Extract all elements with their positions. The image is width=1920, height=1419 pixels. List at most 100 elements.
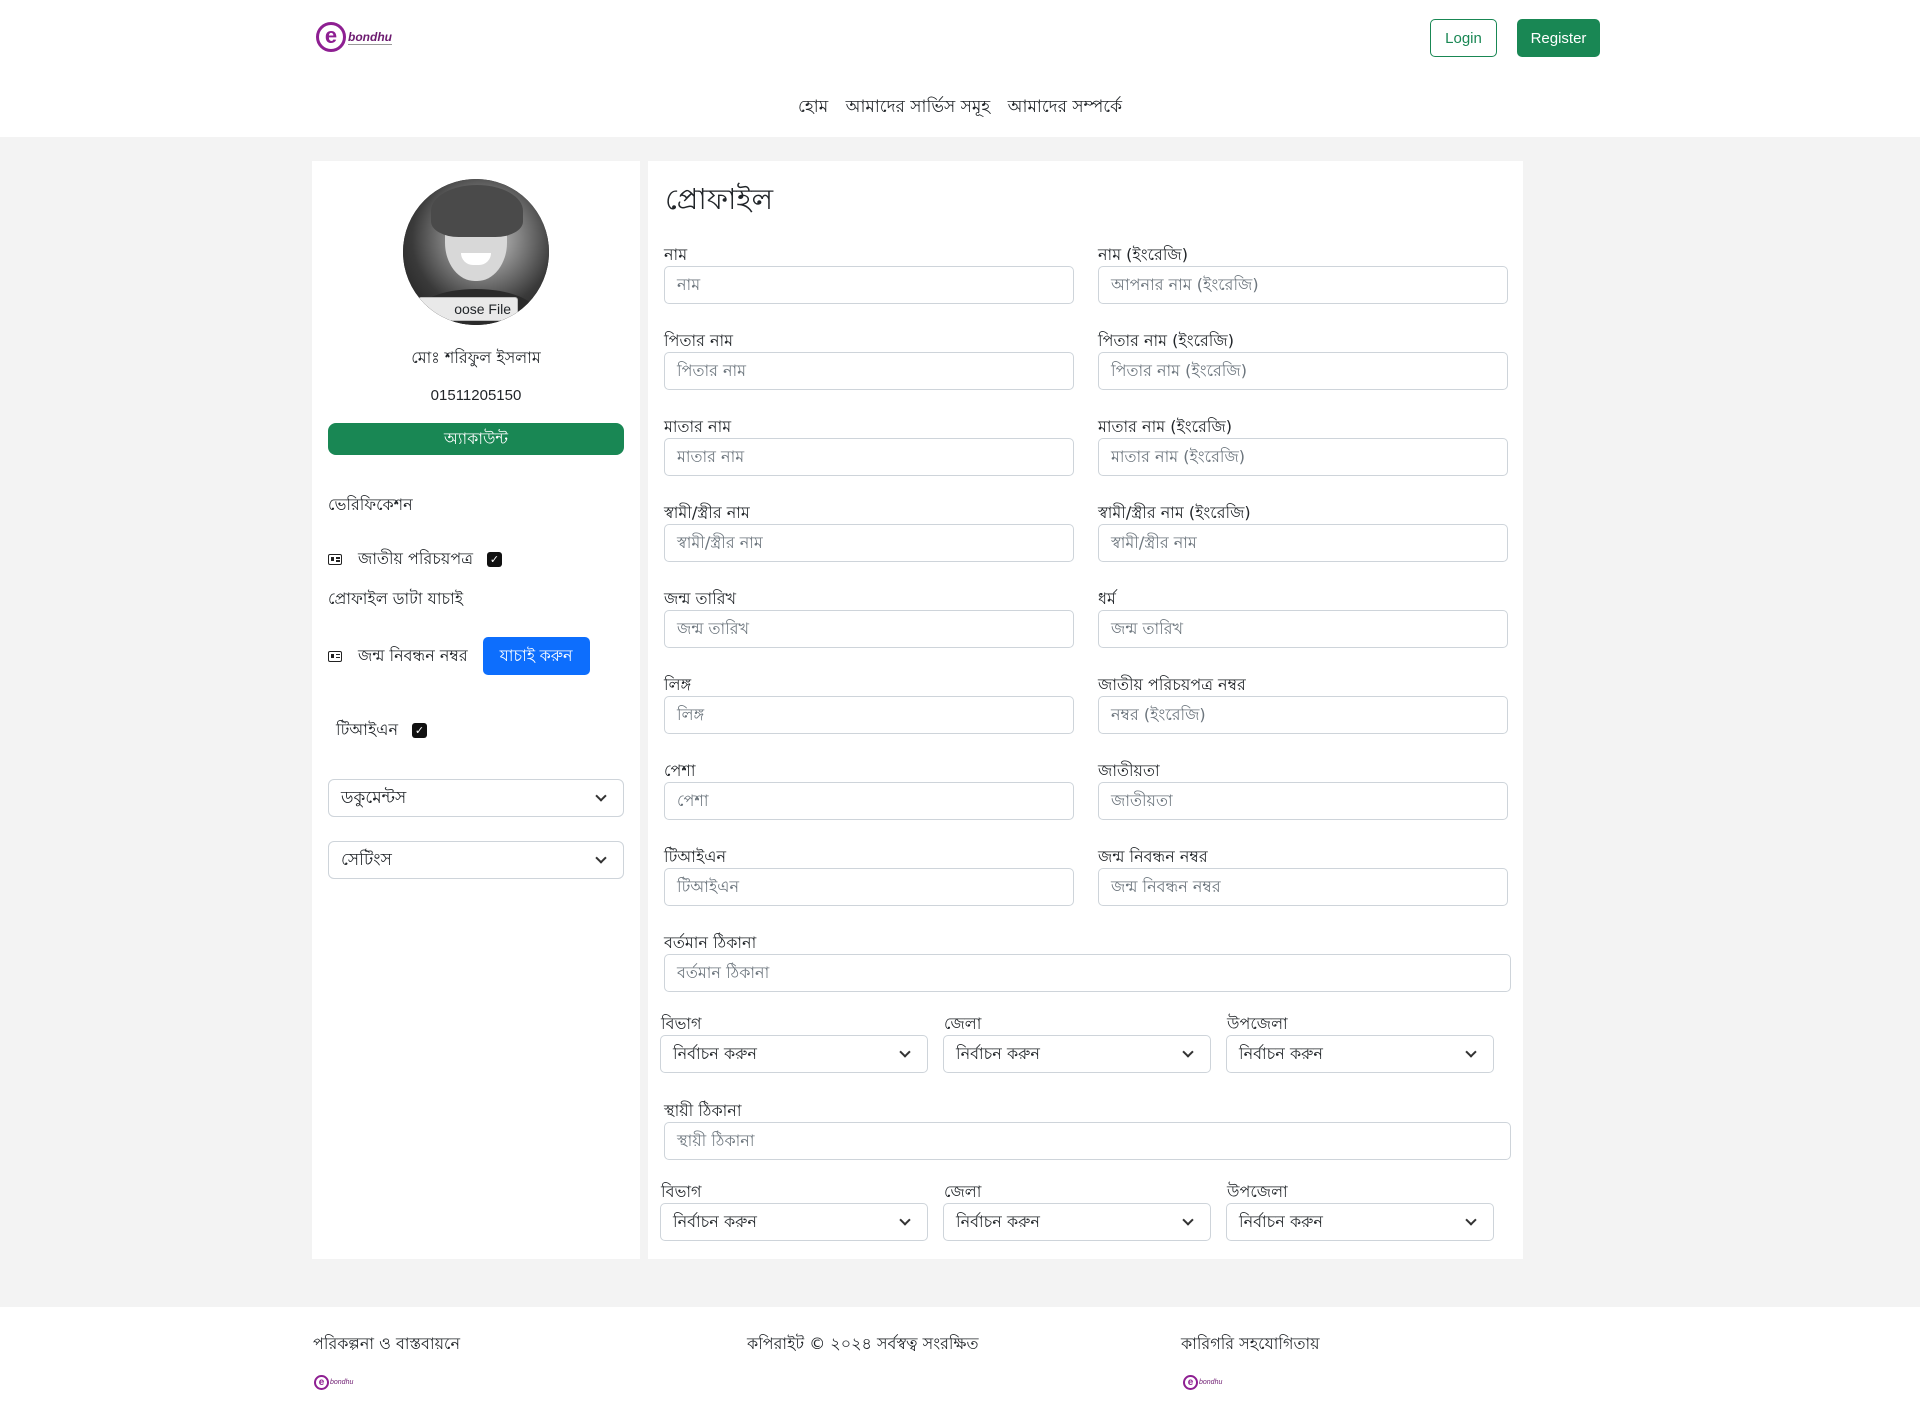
footer-technical: কারিগরি সহযোগিতায় <box>1181 1334 1320 1353</box>
present-division-select[interactable]: নির্বাচন করুন <box>660 1035 928 1073</box>
settings-dropdown[interactable]: সেটিংস <box>328 841 624 879</box>
field-label: নাম (ইংরেজি) <box>1098 245 1188 264</box>
documents-label: ডকুমেন্টস <box>341 788 407 808</box>
login-button[interactable]: Login <box>1430 19 1497 57</box>
field-label: স্বামী/স্ত্রীর নাম (ইংরেজি) <box>1098 503 1251 522</box>
field-label: নাম <box>664 245 688 264</box>
mother-name-english-input[interactable]: মাতার নাম (ইংরেজি) <box>1098 438 1508 476</box>
tin-verification-row: টিআইএন ✓ <box>336 717 428 744</box>
field-label: পিতার নাম (ইংরেজি) <box>1098 331 1234 350</box>
occupation-input[interactable]: পেশা <box>664 782 1074 820</box>
mother-name-input[interactable]: মাতার নাম <box>664 438 1074 476</box>
settings-label: সেটিংস <box>341 850 392 870</box>
register-button[interactable]: Register <box>1517 19 1600 57</box>
form-field: জাতীয় পরিচয়পত্র নম্বর নম্বর (ইংরেজি) <box>1098 674 1508 734</box>
account-button[interactable]: অ্যাকাউন্ট <box>328 423 624 455</box>
form-field: নাম (ইংরেজি) আপনার নাম (ইংরেজি) <box>1098 244 1508 304</box>
permanent-upazila-field: উপজেলা নির্বাচন করুন <box>1226 1181 1494 1241</box>
nid-verification-row: জাতীয় পরিচয়পত্র ✓ <box>328 546 502 573</box>
footer-logo-right[interactable]: e bondhu <box>1183 1375 1222 1390</box>
verify-button[interactable]: যাচাই করুন <box>482 637 590 675</box>
field-label: লিঙ্গ <box>664 675 692 694</box>
chevron-down-icon <box>1465 1214 1477 1226</box>
birth-date-input[interactable]: জন্ম তারিখ <box>664 610 1074 648</box>
name-input[interactable]: নাম <box>664 266 1074 304</box>
field-label: জন্ম তারিখ <box>664 589 737 608</box>
spouse-name-english-input[interactable]: স্বামী/স্ত্রীর নাম <box>1098 524 1508 562</box>
user-name: মোঃ শরিফুল ইসলাম <box>411 348 541 367</box>
nav-home[interactable]: হোম <box>798 97 828 117</box>
form-field: মাতার নাম মাতার নাম <box>664 416 1074 476</box>
nid-label: জাতীয় পরিচয়পত্র <box>358 549 473 568</box>
form-field: স্থায়ী ঠিকানা স্থায়ী ঠিকানা <box>664 1100 1511 1160</box>
id-card-icon <box>328 554 342 565</box>
main-nav: হোম আমাদের সার্ভিস সমূহ আমাদের সম্পর্কে <box>0 94 1920 122</box>
form-field: বর্তমান ঠিকানা বর্তমান ঠিকানা <box>664 932 1511 992</box>
form-field: টিআইএন টিআইএন <box>664 846 1074 906</box>
profile-data-check-label: প্রোফাইল ডাটা যাচাই <box>328 589 464 608</box>
spouse-name-input[interactable]: স্বামী/স্ত্রীর নাম <box>664 524 1074 562</box>
chevron-down-icon <box>1465 1046 1477 1058</box>
gender-input[interactable]: লিঙ্গ <box>664 696 1074 734</box>
field-label: জন্ম নিবন্ধন নম্বর <box>1098 847 1208 866</box>
site-footer: পরিকল্পনা ও বাস্তবায়নে e bondhu কপিরাইট… <box>0 1307 1920 1419</box>
site-header: e bondhu Login Register হোম আমাদের সার্ভ… <box>0 0 1920 137</box>
religion-input[interactable]: জন্ম তারিখ <box>1098 610 1508 648</box>
birth-reg-number-input[interactable]: জন্ম নিবন্ধন নম্বর <box>1098 868 1508 906</box>
form-field: স্বামী/স্ত্রীর নাম (ইংরেজি) স্বামী/স্ত্র… <box>1098 502 1508 562</box>
form-field: জন্ম তারিখ জন্ম তারিখ <box>664 588 1074 648</box>
tin-verified-checkbox[interactable]: ✓ <box>412 723 428 738</box>
present-address-input[interactable]: বর্তমান ঠিকানা <box>664 954 1511 992</box>
logo-mark: e <box>314 1375 329 1390</box>
nav-services[interactable]: আমাদের সার্ভিস সমূহ <box>846 97 991 117</box>
logo-mark: e <box>1183 1375 1198 1390</box>
name-english-input[interactable]: আপনার নাম (ইংরেজি) <box>1098 266 1508 304</box>
field-label: স্বামী/স্ত্রীর নাম <box>664 503 750 522</box>
select-value: নির্বাচন করুন <box>673 1044 757 1063</box>
nid-verified-checkbox[interactable]: ✓ <box>486 552 502 567</box>
field-label: মাতার নাম (ইংরেজি) <box>1098 417 1233 436</box>
form-field: পেশা পেশা <box>664 760 1074 820</box>
permanent-address-input[interactable]: স্থায়ী ঠিকানা <box>664 1122 1511 1160</box>
logo-text: bondhu <box>330 1379 354 1386</box>
form-field: মাতার নাম (ইংরেজি) মাতার নাম (ইংরেজি) <box>1098 416 1508 476</box>
nav-about[interactable]: আমাদের সম্পর্কে <box>1008 97 1122 117</box>
site-logo[interactable]: e bondhu <box>316 22 392 52</box>
chevron-down-icon <box>1182 1214 1194 1226</box>
present-district-field: জেলা নির্বাচন করুন <box>943 1013 1211 1073</box>
footer-logo-left[interactable]: e bondhu <box>314 1375 353 1390</box>
logo-text: bondhu <box>348 29 392 45</box>
form-field: নাম নাম <box>664 244 1074 304</box>
field-label: জাতীয়তা <box>1098 761 1160 780</box>
form-field: ধর্ম জন্ম তারিখ <box>1098 588 1508 648</box>
form-field: পিতার নাম পিতার নাম <box>664 330 1074 390</box>
documents-dropdown[interactable]: ডকুমেন্টস <box>328 779 624 817</box>
select-value: নির্বাচন করুন <box>1239 1212 1323 1231</box>
field-label: বর্তমান ঠিকানা <box>664 933 757 952</box>
verification-title: ভেরিফিকেশন <box>328 495 413 514</box>
choose-file-button[interactable]: oose File <box>418 297 518 321</box>
father-name-english-input[interactable]: পিতার নাম (ইংরেজি) <box>1098 352 1508 390</box>
form-field: পিতার নাম (ইংরেজি) পিতার নাম (ইংরেজি) <box>1098 330 1508 390</box>
father-name-input[interactable]: পিতার নাম <box>664 352 1074 390</box>
field-label: উপজেলা <box>1227 1182 1288 1201</box>
tin-label: টিআইএন <box>336 720 399 739</box>
form-field: জন্ম নিবন্ধন নম্বর জন্ম নিবন্ধন নম্বর <box>1098 846 1508 906</box>
chevron-down-icon <box>899 1046 911 1058</box>
footer-planning: পরিকল্পনা ও বাস্তবায়নে <box>313 1334 460 1353</box>
select-value: নির্বাচন করুন <box>956 1212 1040 1231</box>
permanent-division-field: বিভাগ নির্বাচন করুন <box>660 1181 928 1241</box>
permanent-upazila-select[interactable]: নির্বাচন করুন <box>1226 1203 1494 1241</box>
permanent-district-select[interactable]: নির্বাচন করুন <box>943 1203 1211 1241</box>
present-upazila-select[interactable]: নির্বাচন করুন <box>1226 1035 1494 1073</box>
field-label: মাতার নাম <box>664 417 732 436</box>
user-phone: 01511205150 <box>430 387 522 404</box>
chevron-down-icon <box>1182 1046 1194 1058</box>
permanent-division-select[interactable]: নির্বাচন করুন <box>660 1203 928 1241</box>
nid-number-input[interactable]: নম্বর (ইংরেজি) <box>1098 696 1508 734</box>
select-value: নির্বাচন করুন <box>1239 1044 1323 1063</box>
nationality-input[interactable]: জাতীয়তা <box>1098 782 1508 820</box>
present-district-select[interactable]: নির্বাচন করুন <box>943 1035 1211 1073</box>
permanent-district-field: জেলা নির্বাচন করুন <box>943 1181 1211 1241</box>
tin-input[interactable]: টিআইএন <box>664 868 1074 906</box>
